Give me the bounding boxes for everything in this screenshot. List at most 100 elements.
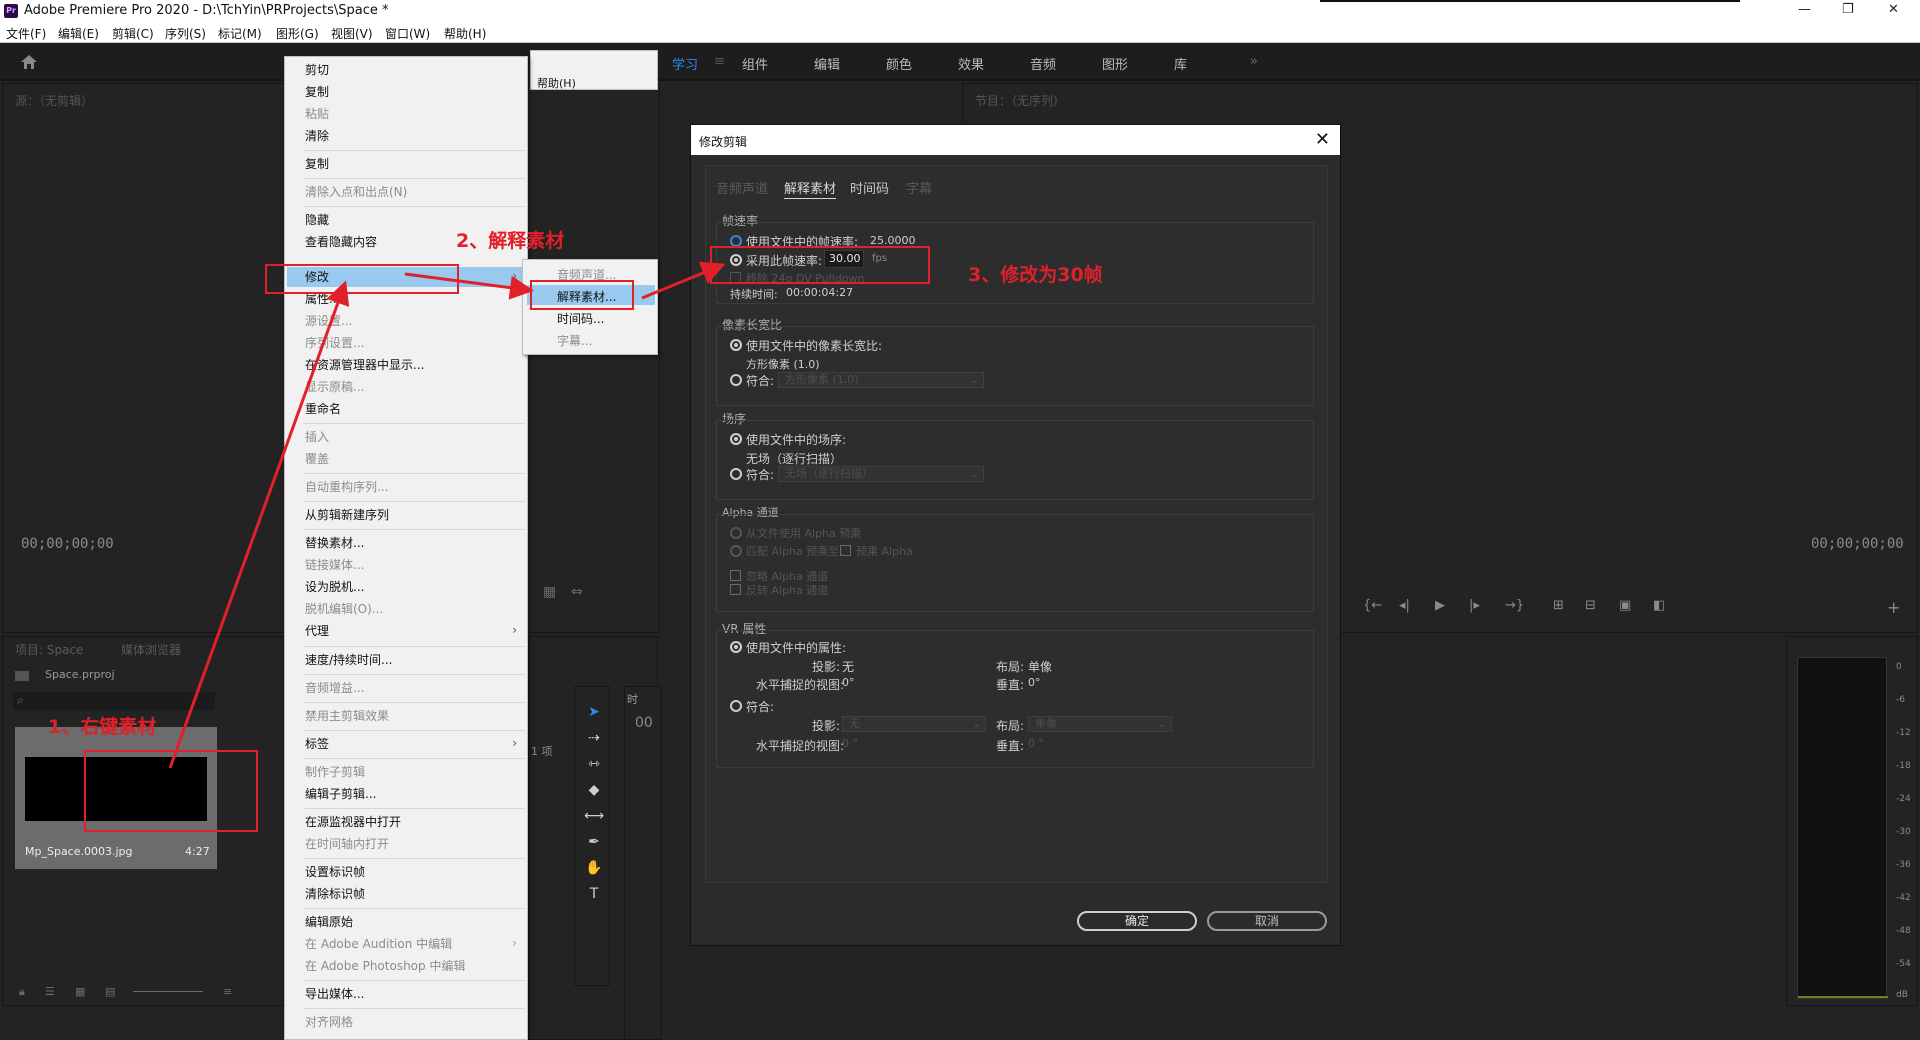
ctx-duplicate[interactable]: 复制 xyxy=(305,155,329,173)
ctx-reveal-in-explorer[interactable]: 在资源管理器中显示... xyxy=(305,356,424,374)
ctx-reveal-original[interactable]: 显示原稿... xyxy=(305,378,364,396)
ctx-insert[interactable]: 插入 xyxy=(305,428,329,446)
invert-alpha-checkbox[interactable] xyxy=(730,584,741,595)
tab-captions[interactable]: 字幕 xyxy=(906,178,932,197)
tab-timecode[interactable]: 时间码 xyxy=(850,178,889,197)
source-insert-icon[interactable]: ⇔ xyxy=(571,584,583,600)
type-tool-icon[interactable]: T xyxy=(584,884,604,904)
add-button-icon[interactable]: + xyxy=(1887,598,1900,617)
premultiply-alpha-checkbox[interactable] xyxy=(840,545,851,556)
source-export-frame-icon[interactable]: ▦ xyxy=(543,584,556,600)
camera-icon[interactable]: ▣ xyxy=(1619,598,1631,613)
menu-view[interactable]: 视图(V) xyxy=(331,25,373,42)
ctx-link-media[interactable]: 链接媒体... xyxy=(305,556,364,574)
workspace-graphics[interactable]: 图形 xyxy=(1102,54,1128,73)
sort-icon[interactable]: ≡ xyxy=(223,985,232,998)
hand-tool-icon[interactable]: ✋ xyxy=(584,858,604,878)
ripple-edit-tool-icon[interactable]: ⇿ xyxy=(584,754,604,774)
ctx-sequence-settings[interactable]: 序列设置... xyxy=(305,334,364,352)
close-window-button[interactable]: ✕ xyxy=(1888,2,1899,17)
workspace-color[interactable]: 颜色 xyxy=(886,54,912,73)
workspace-audio[interactable]: 音频 xyxy=(1030,54,1056,73)
menu-sequence[interactable]: 序列(S) xyxy=(165,25,206,42)
vr-conform-radio[interactable] xyxy=(730,700,742,712)
vr-projection-select[interactable]: 无 ⌄ xyxy=(842,716,986,732)
workspace-assembly[interactable]: 组件 xyxy=(742,54,768,73)
ctx-clear[interactable]: 清除 xyxy=(305,127,329,145)
help-menu-item[interactable]: 帮助(H) xyxy=(537,75,576,91)
workspace-editing[interactable]: 编辑 xyxy=(814,54,840,73)
vr-layout-select[interactable]: 单像 ⌄ xyxy=(1028,716,1172,732)
ctx-export-media[interactable]: 导出媒体... xyxy=(305,985,364,1003)
timeline-tab[interactable]: 时 xyxy=(627,691,638,707)
step-forward-icon[interactable]: |▸ xyxy=(1469,598,1480,613)
conform-pixel-aspect-radio[interactable] xyxy=(730,374,742,386)
ctx-edit-subclip[interactable]: 编辑子剪辑... xyxy=(305,785,376,803)
ctx-auto-reframe[interactable]: 自动重构序列... xyxy=(305,478,388,496)
tab-interpret-footage[interactable]: 解释素材 xyxy=(784,178,837,199)
ctx-replace-footage[interactable]: 替换素材... xyxy=(305,534,364,552)
ctx-set-poster-frame[interactable]: 设置标识帧 xyxy=(305,863,365,881)
step-back-icon[interactable]: ◂| xyxy=(1399,598,1410,613)
icon-view-icon[interactable]: ▦ xyxy=(75,985,85,998)
ctx-copy[interactable]: 复制 xyxy=(305,83,329,101)
ctx-clear-poster-frame[interactable]: 清除标识帧 xyxy=(305,885,365,903)
vr-use-file-radio[interactable] xyxy=(730,641,742,653)
workspace-libraries[interactable]: 库 xyxy=(1174,54,1187,73)
ctx-audio-gain[interactable]: 音频增益... xyxy=(305,679,364,697)
menu-window[interactable]: 窗口(W) xyxy=(385,25,430,42)
cancel-button[interactable]: 取消 xyxy=(1207,911,1327,931)
ctx-edit-in-photoshop[interactable]: 在 Adobe Photoshop 中编辑 xyxy=(305,957,465,975)
home-icon[interactable] xyxy=(20,54,38,70)
use-file-pixel-aspect-radio[interactable] xyxy=(730,339,742,351)
ctx-speed-duration[interactable]: 速度/持续时间... xyxy=(305,651,393,669)
sub-timecode[interactable]: 时间码... xyxy=(557,310,604,327)
workspace-overflow-icon[interactable]: » xyxy=(1250,54,1258,69)
ctx-open-in-timeline[interactable]: 在时间轴内打开 xyxy=(305,835,389,853)
ctx-view-hidden[interactable]: 查看隐藏内容 xyxy=(305,233,377,251)
list-view-icon[interactable]: ☰ xyxy=(45,985,55,998)
freeform-view-icon[interactable]: ▤ xyxy=(105,985,115,998)
ok-button[interactable]: 确定 xyxy=(1077,911,1197,931)
play-icon[interactable]: ▶ xyxy=(1435,598,1445,613)
menu-file[interactable]: 文件(F) xyxy=(6,25,46,42)
ctx-edit-in-audition[interactable]: 在 Adobe Audition 中编辑 xyxy=(305,935,452,953)
ctx-edit-original[interactable]: 编辑原始 xyxy=(305,913,353,931)
ctx-make-offline[interactable]: 设为脱机... xyxy=(305,578,364,596)
lift-icon[interactable]: ⊞ xyxy=(1553,598,1564,613)
mark-in-icon[interactable]: {← xyxy=(1363,598,1382,613)
vr-c-vfov-value[interactable]: 0 ° xyxy=(1028,737,1044,750)
menu-clip[interactable]: 剪辑(C) xyxy=(112,25,154,42)
ctx-cut[interactable]: 剪切 xyxy=(305,61,329,79)
ctx-make-subclip[interactable]: 制作子剪辑 xyxy=(305,763,365,781)
ctx-paste[interactable]: 粘贴 xyxy=(305,105,329,123)
ctx-rename[interactable]: 重命名 xyxy=(305,400,341,418)
zoom-slider[interactable] xyxy=(133,991,203,992)
restore-button[interactable]: ❐ xyxy=(1842,2,1854,17)
menu-help[interactable]: 帮助(H) xyxy=(444,25,486,42)
ctx-new-sequence-from-clip[interactable]: 从剪辑新建序列 xyxy=(305,506,389,524)
media-browser-tab[interactable]: 媒体浏览器 xyxy=(121,641,181,658)
ctx-source-settings[interactable]: 源设置... xyxy=(305,312,352,330)
ctx-label[interactable]: 标签 xyxy=(305,735,329,753)
alpha-match-radio[interactable] xyxy=(730,545,742,557)
menu-marker[interactable]: 标记(M) xyxy=(218,25,262,42)
pen-tool-icon[interactable]: ✒ xyxy=(584,832,604,852)
alpha-from-file-radio[interactable] xyxy=(730,527,742,539)
ctx-edit-offline[interactable]: 脱机编辑(O)... xyxy=(305,600,383,618)
ctx-align-to-grid[interactable]: 对齐网格 xyxy=(305,1013,353,1031)
selection-tool-icon[interactable]: ➤ xyxy=(584,702,604,722)
lock-icon[interactable]: 🔒︎ xyxy=(19,985,25,999)
conform-field-order-select[interactable]: 无场（逐行扫描） ⌄ xyxy=(778,466,984,482)
use-file-field-order-radio[interactable] xyxy=(730,433,742,445)
sub-captions[interactable]: 字幕... xyxy=(557,332,592,349)
vr-c-hfov-value[interactable]: 0 ° xyxy=(842,737,858,750)
workspace-learn[interactable]: 学习 xyxy=(672,54,698,73)
menu-edit[interactable]: 编辑(E) xyxy=(58,25,99,42)
menu-graphics[interactable]: 图形(G) xyxy=(276,25,319,42)
project-search-input[interactable]: ⌕ xyxy=(13,692,215,710)
ctx-open-in-source-monitor[interactable]: 在源监视器中打开 xyxy=(305,813,401,831)
ctx-overwrite[interactable]: 覆盖 xyxy=(305,450,329,468)
conform-pixel-aspect-select[interactable]: 方形像素 (1.0) ⌄ xyxy=(778,372,984,388)
razor-tool-icon[interactable]: ◆ xyxy=(584,780,604,800)
